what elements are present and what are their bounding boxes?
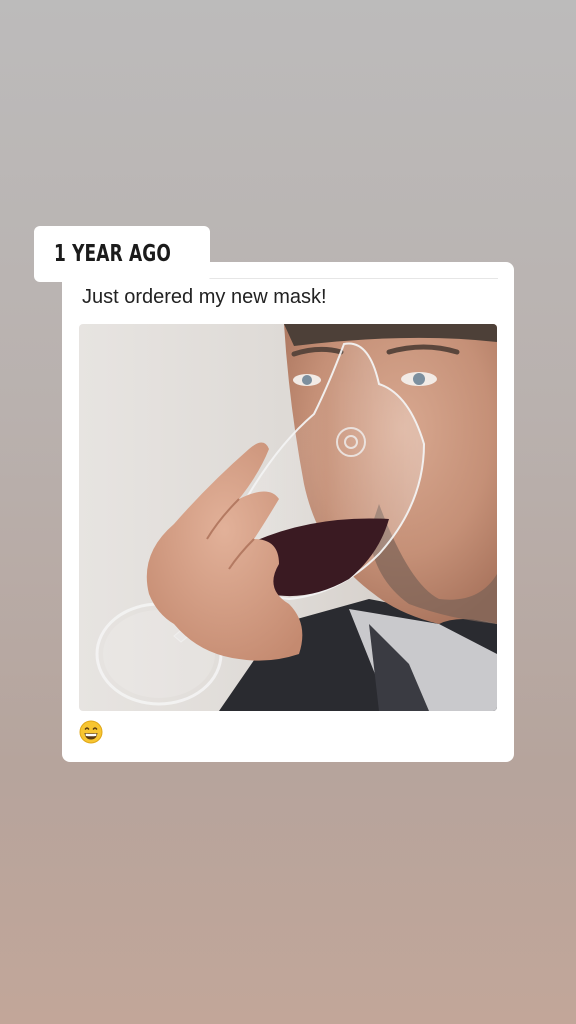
post-photo[interactable] (79, 324, 497, 711)
post-caption: Just ordered my new mask! (82, 286, 327, 308)
grinning-face-icon (79, 720, 103, 744)
memory-badge: 1 YEAR AGO (34, 226, 210, 282)
memory-label: 1 YEAR AGO (54, 241, 172, 267)
shared-post-card[interactable]: Just ordered my new mask! (62, 262, 514, 762)
